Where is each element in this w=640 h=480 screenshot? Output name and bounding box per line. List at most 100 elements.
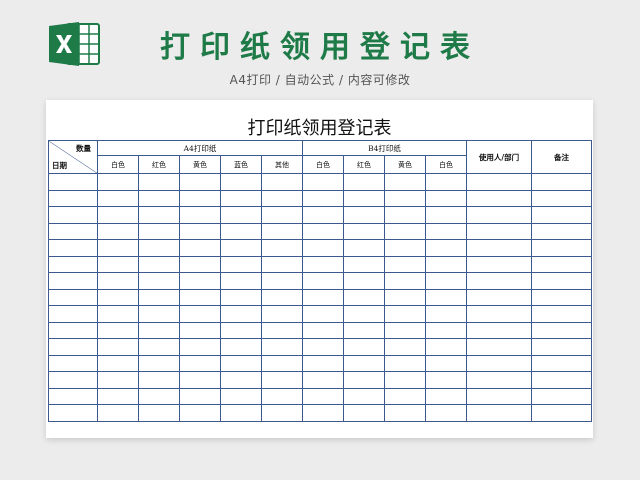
table-cell: [466, 288, 532, 306]
table-cell: [466, 255, 532, 273]
table-cell: [97, 255, 139, 273]
table-cell: [138, 387, 180, 405]
table-cell: [261, 255, 303, 273]
table-cell: [531, 239, 592, 257]
table-row: [48, 387, 592, 405]
table-cell: [220, 255, 262, 273]
table-cell: [425, 239, 467, 257]
table-cell: [97, 321, 139, 339]
table-cell: [531, 305, 592, 323]
table-cell: [384, 173, 426, 191]
table-cell: [138, 206, 180, 224]
table-cell: [261, 305, 303, 323]
table-cell: [343, 321, 385, 339]
user-dept-header: 使用人/部门: [466, 140, 532, 174]
table-cell: [97, 371, 139, 389]
table-cell: [97, 222, 139, 240]
table-cell: [48, 272, 98, 290]
table-row: [48, 305, 592, 323]
table-cell: [138, 173, 180, 191]
table-cell: [531, 371, 592, 389]
table-cell: [138, 222, 180, 240]
table-cell: [531, 404, 592, 422]
table-cell: [179, 371, 221, 389]
table-row: [48, 206, 592, 224]
table-cell: [138, 404, 180, 422]
table-cell: [220, 321, 262, 339]
table-cell: [384, 222, 426, 240]
table-row: [48, 272, 592, 290]
table-cell: [531, 255, 592, 273]
table-cell: [343, 255, 385, 273]
table-row: [48, 239, 592, 257]
register-table-wrap: 数量 日期 A4打印纸 B4打印纸 使用人/部门 备注 白色 红色 黄色 蓝色 …: [48, 140, 592, 422]
table-cell: [220, 354, 262, 372]
table-cell: [425, 338, 467, 356]
table-cell: [466, 173, 532, 191]
table-cell: [179, 354, 221, 372]
table-cell: [48, 387, 98, 405]
table-cell: [97, 189, 139, 207]
table-cell: [384, 321, 426, 339]
b4-color-header: 黄色: [384, 155, 426, 174]
table-cell: [220, 404, 262, 422]
table-cell: [97, 272, 139, 290]
table-cell: [48, 321, 98, 339]
table-cell: [531, 189, 592, 207]
table-cell: [48, 255, 98, 273]
table-cell: [261, 321, 303, 339]
spreadsheet-preview: 打印纸领用登记表 数量 日期 A4打印纸 B4打印纸 使用人/部门 备注 白色 …: [46, 100, 593, 438]
table-cell: [179, 272, 221, 290]
table-cell: [220, 206, 262, 224]
table-cell: [531, 321, 592, 339]
table-row: [48, 189, 592, 207]
table-cell: [384, 404, 426, 422]
table-cell: [179, 239, 221, 257]
table-cell: [48, 404, 98, 422]
table-row: [48, 255, 592, 273]
table-cell: [425, 371, 467, 389]
table-cell: [343, 239, 385, 257]
table-cell: [179, 404, 221, 422]
table-cell: [302, 173, 344, 191]
table-cell: [220, 387, 262, 405]
table-cell: [138, 371, 180, 389]
table-cell: [384, 206, 426, 224]
table-cell: [343, 387, 385, 405]
table-cell: [425, 222, 467, 240]
table-cell: [384, 239, 426, 257]
table-cell: [384, 371, 426, 389]
a4-color-header: 白色: [97, 155, 139, 174]
table-cell: [220, 189, 262, 207]
table-cell: [138, 338, 180, 356]
table-cell: [466, 189, 532, 207]
remarks-header: 备注: [531, 140, 592, 174]
table-cell: [261, 222, 303, 240]
table-cell: [425, 305, 467, 323]
table-cell: [425, 321, 467, 339]
table-cell: [179, 173, 221, 191]
table-cell: [220, 338, 262, 356]
table-cell: [302, 305, 344, 323]
table-cell: [97, 354, 139, 372]
table-cell: [261, 189, 303, 207]
table-cell: [384, 338, 426, 356]
table-cell: [138, 305, 180, 323]
table-cell: [384, 387, 426, 405]
table-cell: [466, 404, 532, 422]
table-cell: [302, 288, 344, 306]
table-cell: [97, 305, 139, 323]
table-row: [48, 371, 592, 389]
b4-color-header: 白色: [302, 155, 344, 174]
table-cell: [425, 272, 467, 290]
table-cell: [343, 173, 385, 191]
table-cell: [261, 206, 303, 224]
table-cell: [48, 239, 98, 257]
table-cell: [343, 305, 385, 323]
table-cell: [466, 272, 532, 290]
corner-date-label: 日期: [52, 161, 67, 170]
table-row: [48, 338, 592, 356]
table-cell: [261, 387, 303, 405]
a4-color-header: 蓝色: [220, 155, 262, 174]
table-cell: [343, 338, 385, 356]
